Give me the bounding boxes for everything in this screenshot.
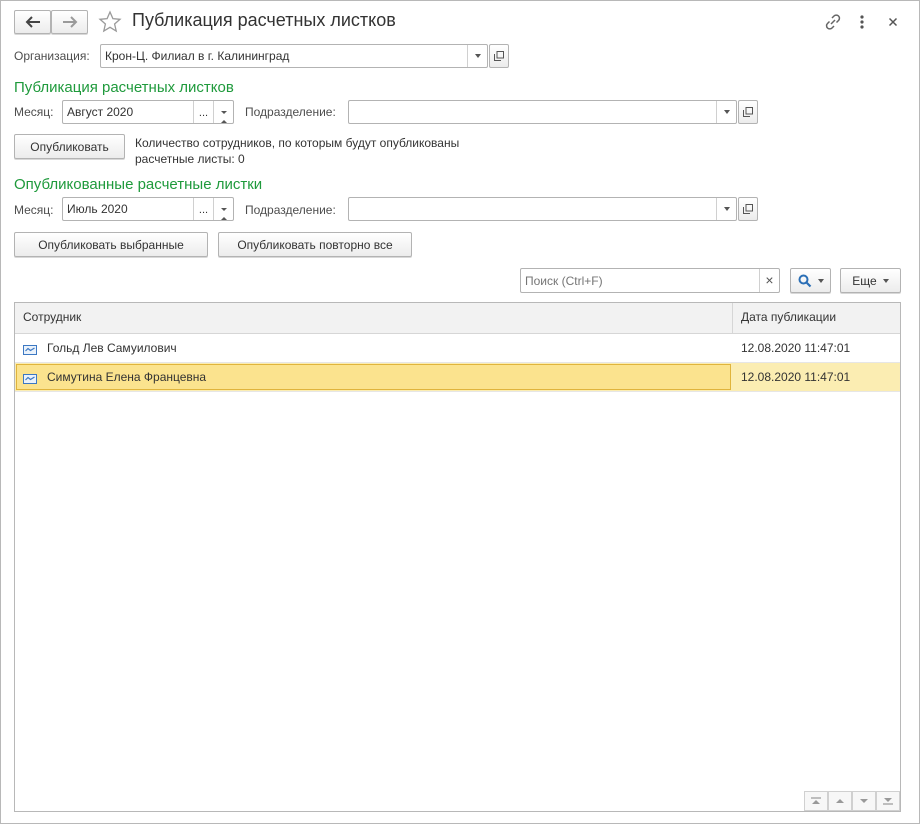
publish-info-line2: расчетные листы: 0 <box>135 152 245 166</box>
publish-department-field[interactable] <box>348 100 737 124</box>
organization-dropdown-button[interactable] <box>467 45 487 67</box>
published-list-table[interactable]: Сотрудник Дата публикации Гольд Лев Саму… <box>14 302 901 812</box>
organization-label: Организация: <box>14 49 90 63</box>
publish-info-line1: Количество сотрудников, по которым будут… <box>135 136 460 150</box>
table-row[interactable]: Гольд Лев Самуилович 12.08.2020 11:47:01 <box>15 334 900 363</box>
publish-month-value: Август 2020 <box>67 105 134 119</box>
scroll-bottom-icon <box>883 798 893 805</box>
published-month-label: Месяц: <box>14 203 54 217</box>
scroll-down-button[interactable] <box>852 791 876 811</box>
chevron-up-icon <box>836 799 844 803</box>
back-button[interactable] <box>14 10 51 34</box>
employee-cell: Гольд Лев Самуилович <box>47 341 177 355</box>
clear-search-button[interactable]: × <box>759 269 779 292</box>
publish-department-open-button[interactable] <box>738 100 758 124</box>
close-icon[interactable] <box>884 13 902 31</box>
column-header-date[interactable]: Дата публикации <box>741 303 836 332</box>
published-month-field[interactable]: Июль 2020 ... <box>62 197 234 225</box>
more-button-label: Еще <box>852 273 877 288</box>
link-icon[interactable] <box>823 12 843 32</box>
arrow-right-icon <box>62 16 77 28</box>
publish-department-dropdown-button[interactable] <box>716 101 736 123</box>
chevron-down-icon <box>817 278 824 283</box>
publish-month-spin-button[interactable] <box>213 101 233 128</box>
chevron-down-icon <box>723 207 730 211</box>
date-cell: 12.08.2020 11:47:01 <box>741 341 851 355</box>
published-department-label: Подразделение: <box>245 203 336 217</box>
scroll-first-button[interactable] <box>804 791 828 811</box>
search-icon <box>798 274 811 287</box>
publish-selected-button[interactable]: Опубликовать выбранные <box>14 232 208 257</box>
published-department-field[interactable] <box>348 197 737 221</box>
table-header: Сотрудник Дата публикации <box>15 303 900 334</box>
publish-month-field[interactable]: Август 2020 ... <box>62 100 234 128</box>
publish-month-label: Месяц: <box>14 105 54 119</box>
publish-section-title: Публикация расчетных листков <box>14 79 234 96</box>
employee-icon <box>23 373 37 387</box>
published-month-value: Июль 2020 <box>67 202 128 216</box>
employee-icon <box>23 344 37 358</box>
republish-all-button[interactable]: Опубликовать повторно все <box>218 232 412 257</box>
employee-cell: Симутина Елена Францевна <box>47 370 207 384</box>
search-field[interactable]: × <box>520 268 780 293</box>
organization-value: Крон-Ц. Филиал в г. Калининград <box>105 49 290 63</box>
page-title: Публикация расчетных листков <box>132 10 396 30</box>
forward-button[interactable] <box>51 10 88 34</box>
date-cell: 12.08.2020 11:47:01 <box>741 370 851 384</box>
scroll-up-button[interactable] <box>828 791 852 811</box>
scroll-last-button[interactable] <box>876 791 900 811</box>
open-window-icon <box>494 51 504 61</box>
chevron-down-icon <box>723 110 730 114</box>
column-header-employee[interactable]: Сотрудник <box>23 303 81 332</box>
column-divider <box>732 303 733 334</box>
spin-down-icon[interactable] <box>221 111 227 128</box>
more-button[interactable]: Еще <box>840 268 901 293</box>
published-month-choose-button[interactable]: ... <box>193 198 213 220</box>
chevron-down-icon <box>860 799 868 803</box>
more-actions-icon[interactable] <box>854 12 870 32</box>
chevron-down-icon <box>474 54 481 58</box>
published-department-dropdown-button[interactable] <box>716 198 736 220</box>
spin-down-icon[interactable] <box>221 208 227 225</box>
open-window-icon <box>743 107 753 117</box>
publish-month-choose-button[interactable]: ... <box>193 101 213 123</box>
scroll-top-icon <box>811 797 821 804</box>
form-window: Публикация расчетных листков Организация… <box>0 0 920 824</box>
organization-field[interactable]: Крон-Ц. Филиал в г. Калининград <box>100 44 488 68</box>
chevron-down-icon <box>882 278 889 283</box>
search-input[interactable] <box>521 269 757 292</box>
organization-open-button[interactable] <box>489 44 509 68</box>
search-options-button[interactable] <box>790 268 831 293</box>
publish-button[interactable]: Опубликовать <box>14 134 125 159</box>
published-month-spin-button[interactable] <box>213 198 233 225</box>
open-window-icon <box>743 204 753 214</box>
published-section-title: Опубликованные расчетные листки <box>14 176 263 193</box>
publish-department-label: Подразделение: <box>245 105 336 119</box>
favorite-star-icon[interactable] <box>98 10 122 34</box>
table-row-selected[interactable]: Симутина Елена Францевна 12.08.2020 11:4… <box>15 363 900 392</box>
published-department-open-button[interactable] <box>738 197 758 221</box>
arrow-left-icon <box>25 16 40 28</box>
